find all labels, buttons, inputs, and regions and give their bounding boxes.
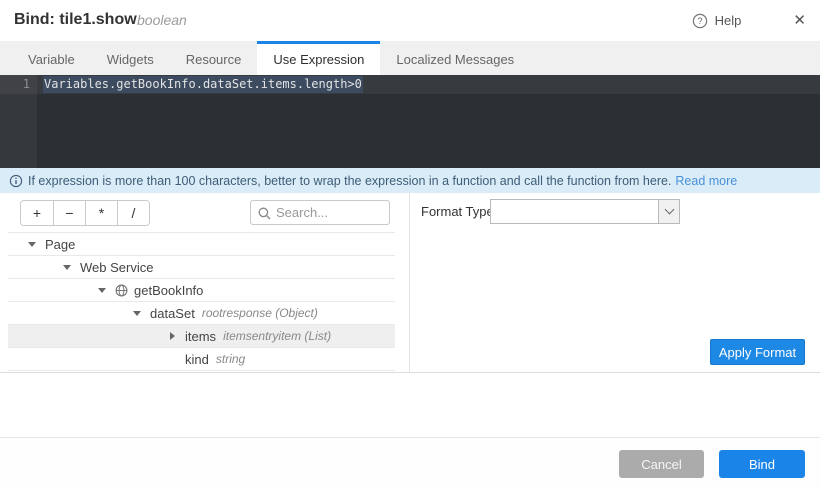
help-button[interactable]: ? Help xyxy=(692,13,742,29)
tab-localized-messages[interactable]: Localized Messages xyxy=(380,41,530,75)
read-more-link[interactable]: Read more xyxy=(675,174,737,188)
expression-editor[interactable]: 1 Variables.getBookInfo.dataSet.items.le… xyxy=(0,75,820,168)
dialog-body: + − * / Page Web Service xyxy=(0,193,820,373)
tab-use-expression[interactable]: Use Expression xyxy=(257,41,380,75)
operator-toolbar: + − * / xyxy=(20,200,150,226)
info-banner: If expression is more than 100 character… xyxy=(0,168,820,193)
select-dropdown-button[interactable] xyxy=(658,200,679,223)
tree-item-type: string xyxy=(216,352,245,366)
close-icon[interactable]: ✕ xyxy=(793,13,806,28)
plus-operator-button[interactable]: + xyxy=(21,201,53,225)
tree-item-items[interactable]: items itemsentryitem (List) xyxy=(8,325,395,348)
tree-item-type: rootresponse (Object) xyxy=(202,306,318,320)
tree-item-page[interactable]: Page xyxy=(8,233,395,256)
header-actions: ? Help ✕ xyxy=(692,0,806,41)
multiply-operator-button[interactable]: * xyxy=(85,201,117,225)
tab-resource[interactable]: Resource xyxy=(170,41,258,75)
minus-operator-button[interactable]: − xyxy=(53,201,85,225)
info-icon xyxy=(9,174,23,188)
tab-bar: Variable Widgets Resource Use Expression… xyxy=(0,41,820,75)
expand-arrow-icon[interactable] xyxy=(168,332,177,340)
search-box xyxy=(250,200,390,225)
search-icon xyxy=(258,207,271,220)
info-message: If expression is more than 100 character… xyxy=(28,174,671,188)
dialog-header: Bind: tile1.show boolean ? Help ✕ xyxy=(0,0,820,41)
tree-item-getbookinfo[interactable]: getBookInfo xyxy=(8,279,395,302)
tree-item-label: dataSet xyxy=(150,306,195,321)
search-input[interactable] xyxy=(276,201,386,224)
tab-widgets[interactable]: Widgets xyxy=(91,41,170,75)
collapse-arrow-icon[interactable] xyxy=(28,241,37,247)
bind-button[interactable]: Bind xyxy=(719,450,805,478)
editor-line-number: 1 xyxy=(0,77,30,91)
tree-item-kind[interactable]: kind string xyxy=(8,348,395,371)
tree-item-label: kind xyxy=(185,352,209,367)
tree-item-dataset[interactable]: dataSet rootresponse (Object) xyxy=(8,302,395,325)
collapse-arrow-icon[interactable] xyxy=(133,310,142,316)
tree-item-label: items xyxy=(185,329,216,344)
tree-item-label: Page xyxy=(45,237,75,252)
collapse-arrow-icon[interactable] xyxy=(63,264,72,270)
help-icon: ? xyxy=(692,13,708,29)
format-type-select[interactable] xyxy=(490,199,680,224)
data-tree: Page Web Service getBookInfo dataSet r xyxy=(8,232,395,371)
tree-item-type: itemsentryitem (List) xyxy=(223,329,331,343)
format-type-label: Format Type xyxy=(421,204,494,219)
tree-item-label: getBookInfo xyxy=(134,283,203,298)
page-title: Bind: tile1.show xyxy=(14,11,137,29)
web-service-icon xyxy=(115,284,128,297)
tree-item-web-service[interactable]: Web Service xyxy=(8,256,395,279)
collapse-arrow-icon[interactable] xyxy=(98,287,107,293)
bind-dialog: Bind: tile1.show boolean ? Help ✕ Variab… xyxy=(0,0,820,489)
help-label: Help xyxy=(715,13,742,28)
tree-panel: + − * / Page Web Service xyxy=(0,193,410,372)
cancel-button[interactable]: Cancel xyxy=(619,450,704,478)
chevron-down-icon xyxy=(664,205,674,215)
editor-code-line[interactable]: Variables.getBookInfo.dataSet.items.leng… xyxy=(43,77,363,91)
expression-text: Variables.getBookInfo.dataSet.items.leng… xyxy=(43,76,363,93)
svg-text:?: ? xyxy=(697,16,702,26)
divide-operator-button[interactable]: / xyxy=(117,201,149,225)
dialog-footer: Cancel Bind xyxy=(0,437,820,489)
page-subtitle: boolean xyxy=(137,12,187,28)
tree-item-label: Web Service xyxy=(80,260,153,275)
tab-variable[interactable]: Variable xyxy=(12,41,91,75)
format-panel: Format Type Apply Format xyxy=(411,193,820,372)
apply-format-button[interactable]: Apply Format xyxy=(710,339,805,365)
